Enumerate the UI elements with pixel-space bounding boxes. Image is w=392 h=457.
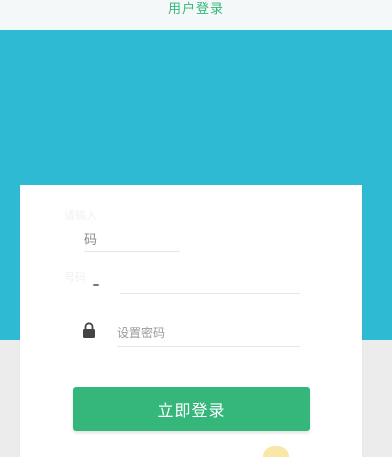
- login-button[interactable]: 立即登录: [73, 387, 310, 431]
- top-bar: 用户登录: [0, 0, 392, 30]
- lock-icon: [83, 322, 95, 338]
- faint-label-2: 号码: [64, 271, 86, 284]
- page-title: 用户登录: [167, 1, 224, 17]
- first-field[interactable]: 码: [84, 229, 97, 248]
- decorative-shape: [263, 446, 289, 457]
- dash-icon: [93, 284, 99, 286]
- second-field-underline[interactable]: [120, 293, 300, 294]
- first-field-underline: [84, 251, 180, 252]
- faint-label: 请输入: [64, 209, 97, 222]
- password-placeholder: 设置密码: [117, 326, 166, 340]
- password-input[interactable]: 设置密码: [117, 324, 165, 341]
- first-field-label: 码: [84, 233, 98, 248]
- password-underline: [117, 346, 300, 347]
- login-card: 请输入 号码 码 设置密码 立即登录: [20, 185, 362, 457]
